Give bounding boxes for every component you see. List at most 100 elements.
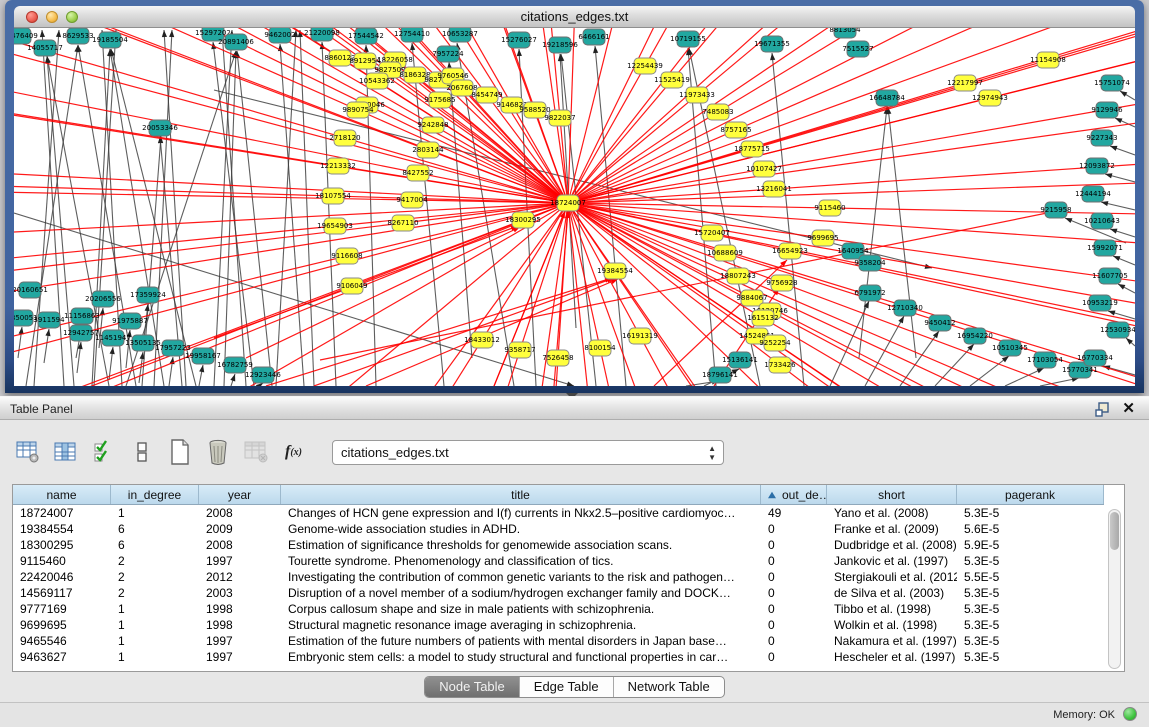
table-cell: 9465546 <box>13 633 111 649</box>
table-row[interactable]: 2242004622012Investigating the contribut… <box>13 569 1104 585</box>
graph-node-label: 21220098 <box>304 29 340 37</box>
table-row[interactable]: 969969511998Structural magnetic resonanc… <box>13 617 1104 633</box>
table-row[interactable]: 946554611997Estimation of the future num… <box>13 633 1104 649</box>
graph-node-label: 1733426 <box>764 361 796 369</box>
scrollbar-thumb[interactable] <box>1110 512 1119 550</box>
column-header-year[interactable]: year <box>199 485 281 504</box>
table-row[interactable]: 1456911722003Disruption of a novel membe… <box>13 585 1104 601</box>
edge-arrowhead-icon <box>1002 356 1009 362</box>
network-canvas[interactable]: 1647640914055717862953319185504152972022… <box>14 28 1135 386</box>
table-row[interactable]: 1938455462009Genome-wide association stu… <box>13 521 1104 537</box>
table-mode-icon[interactable] <box>14 439 41 466</box>
table-cell: 22420046 <box>13 569 111 585</box>
table-row[interactable]: 977716911998Corpus callosum shape and si… <box>13 601 1104 617</box>
import-table-icon <box>242 439 269 466</box>
tab-edge-table[interactable]: Edge Table <box>520 677 614 697</box>
table-header-row: name in_degree year titleout_de…shortpagera… <box>13 485 1104 505</box>
graph-node-label: 10719155 <box>670 35 706 43</box>
table-row[interactable]: 911546021997Tourette syndrome. Phenomeno… <box>13 553 1104 569</box>
graph-node-label: 6791972 <box>854 289 885 297</box>
graph-node-label: 9699695 <box>807 234 838 242</box>
graph-node-label: 10688609 <box>707 249 743 257</box>
table-cell: 1 <box>111 505 199 521</box>
column-header-indegree[interactable]: in_degree <box>111 485 199 504</box>
citation-network-graph[interactable]: 1647640914055717862953319185504152972022… <box>14 28 1135 386</box>
graph-edge[interactable] <box>568 28 1116 203</box>
edge-arrowhead-icon <box>145 304 150 311</box>
graph-node-label: 17544542 <box>348 32 384 40</box>
graph-node-label: 19384554 <box>597 267 633 275</box>
memory-status-icon[interactable] <box>1123 707 1137 721</box>
graph-node-label: 9450412 <box>924 319 955 327</box>
graph-edge[interactable] <box>366 279 618 386</box>
table-cell: 0 <box>761 601 827 617</box>
function-builder-icon[interactable]: f(x) <box>280 439 307 466</box>
table-cell: 9699695 <box>13 617 111 633</box>
graph-node-label: 8757165 <box>720 126 751 134</box>
graph-edge[interactable] <box>568 114 1135 203</box>
graph-edge[interactable] <box>42 30 64 386</box>
table-toolbar: f(x) citations_edges.txt ▲▼ <box>14 434 724 470</box>
graph-edge[interactable] <box>300 30 314 386</box>
float-panel-icon[interactable] <box>1095 401 1111 417</box>
table-row[interactable]: 946362711997Embryonic stem cells: a mode… <box>13 649 1104 665</box>
edge-arrowhead-icon <box>1118 284 1125 290</box>
graph-node-label: 12942757 <box>63 329 99 337</box>
graph-edge[interactable] <box>276 30 296 386</box>
graph-node-label: 15992071 <box>1087 244 1123 252</box>
column-header-name[interactable]: name <box>13 485 111 504</box>
graph-edge[interactable] <box>164 30 186 386</box>
row-options-icon[interactable] <box>128 439 155 466</box>
table-cell: 5.3E-5 <box>957 601 1104 617</box>
column-header-short[interactable]: short <box>827 485 957 504</box>
show-columns-icon[interactable] <box>52 439 79 466</box>
graph-node-label: 18775715 <box>734 145 770 153</box>
graph-node-label: 18107554 <box>315 192 351 200</box>
table-row[interactable]: 1830029562008Estimation of significance … <box>13 537 1104 553</box>
graph-node-label: 12217997 <box>947 79 983 87</box>
column-header-pagerank[interactable]: pagerank <box>957 485 1104 504</box>
table-cell: 0 <box>761 617 827 633</box>
table-selector-dropdown[interactable]: citations_edges.txt ▲▼ <box>332 440 724 465</box>
edge-arrowhead-icon <box>199 365 204 372</box>
edge-arrowhead-icon <box>110 347 115 354</box>
table-cell: Changes of HCN gene expression and I(f) … <box>281 505 761 521</box>
select-all-columns-icon[interactable] <box>90 439 117 466</box>
column-header-outde[interactable]: out_de… <box>761 485 827 504</box>
graph-node-label: 17957223 <box>155 344 191 352</box>
tab-node-table[interactable]: Node Table <box>425 677 520 697</box>
graph-node-label: 9252254 <box>759 339 791 347</box>
tab-network-table[interactable]: Network Table <box>614 677 724 697</box>
table-cell: Dudbridge et al. (2008) <box>827 537 957 553</box>
graph-node-label: 10543362 <box>359 77 395 85</box>
graph-node-label: 18796141 <box>702 371 738 379</box>
column-header-title[interactable]: title <box>281 485 761 504</box>
graph-edge[interactable] <box>34 30 59 386</box>
graph-node-label: 17359924 <box>130 291 166 299</box>
table-cell: Nakamura et al. (1997) <box>827 633 957 649</box>
graph-node-label: 9462002 <box>264 31 295 39</box>
graph-node-label: 8629533 <box>62 32 93 40</box>
graph-edge[interactable] <box>322 42 336 386</box>
edge-arrowhead-icon <box>169 30 174 37</box>
delete-column-icon[interactable] <box>204 439 231 466</box>
graph-node-label: 19671355 <box>754 40 790 48</box>
table-cell: 2008 <box>199 505 281 521</box>
table-cell: 5.3E-5 <box>957 633 1104 649</box>
column-header-label: year <box>228 488 251 502</box>
window-titlebar[interactable]: citations_edges.txt <box>14 6 1135 28</box>
table-vertical-scrollbar[interactable] <box>1108 509 1121 669</box>
table-cell: Jankovic et al. (1997) <box>827 553 957 569</box>
close-panel-icon[interactable]: ✕ <box>1122 399 1135 417</box>
table-cell: 1997 <box>199 633 281 649</box>
network-view-window[interactable]: citations_edges.txt 16476409140557178629… <box>5 0 1144 393</box>
graph-node-label: 8427552 <box>402 169 433 177</box>
graph-node-label: 6466161 <box>578 33 609 41</box>
column-header-label: name <box>46 488 76 502</box>
create-column-icon[interactable] <box>166 439 193 466</box>
edge-arrowhead-icon <box>40 30 45 37</box>
table-row[interactable]: 1872400712008Changes of HCN gene express… <box>13 505 1104 521</box>
table-cell: Wolkin et al. (1998) <box>827 617 957 633</box>
graph-edge[interactable] <box>935 344 974 386</box>
edge-arrowhead-icon <box>1115 118 1122 123</box>
